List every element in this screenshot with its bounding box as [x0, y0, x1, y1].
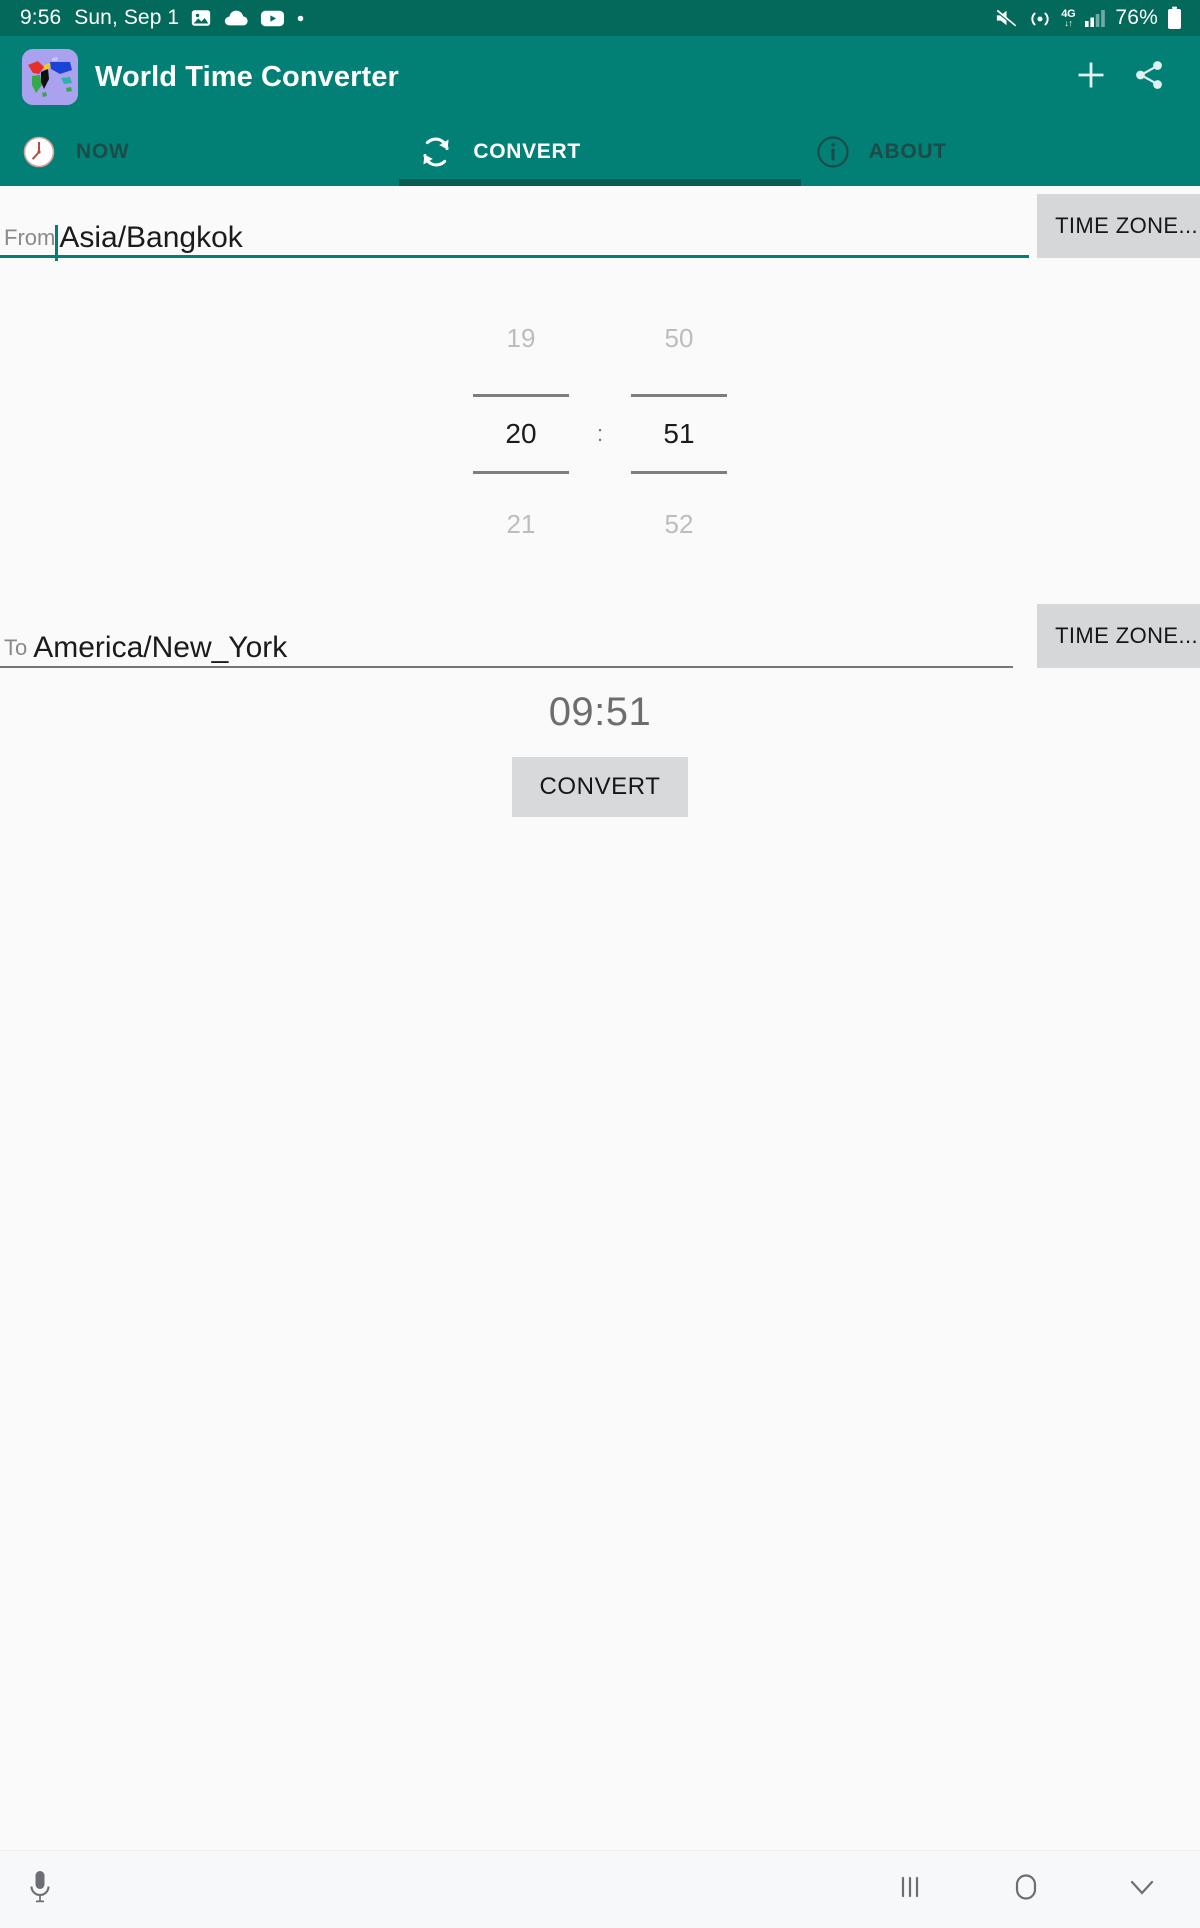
recents-icon	[897, 1873, 923, 1906]
to-value: America/New_York	[33, 631, 288, 664]
to-input[interactable]: To America/New_York	[0, 612, 1014, 668]
result-time: 09:51	[548, 690, 652, 734]
chevron-down-icon	[1127, 1876, 1157, 1903]
home-button[interactable]	[968, 1855, 1084, 1925]
share-icon	[1132, 58, 1166, 97]
hour-previous[interactable]: 19	[507, 312, 536, 364]
from-field-row: From Asia/Bangkok TIME ZONE...	[0, 194, 1200, 261]
add-button[interactable]	[1062, 48, 1120, 106]
hour-selected[interactable]: 20	[505, 397, 536, 471]
time-picker[interactable]: 19 20 21 : 50 51 52	[0, 312, 1200, 550]
to-field-row: To America/New_York TIME ZONE...	[0, 602, 1200, 668]
minute-selected[interactable]: 51	[663, 397, 694, 471]
system-navigation-bar	[0, 1850, 1200, 1928]
youtube-icon	[260, 9, 285, 28]
from-value: Asia/Bangkok	[59, 220, 243, 254]
from-timezone-button[interactable]: TIME ZONE...	[1037, 194, 1200, 258]
status-bar: 9:56 Sun, Sep 1 4G ↓↑ 76%	[0, 0, 1200, 36]
tab-now-label: NOW	[76, 140, 130, 163]
from-input[interactable]: From Asia/Bangkok	[0, 202, 1030, 261]
convert-button[interactable]: CONVERT	[512, 757, 688, 817]
recents-button[interactable]	[852, 1855, 968, 1925]
status-time: 9:56	[20, 6, 62, 29]
battery-percent: 76%	[1115, 6, 1158, 29]
text-caret	[55, 224, 59, 261]
picker-separator: :	[596, 421, 604, 446]
microphone-icon	[25, 1868, 55, 1911]
status-date: Sun, Sep 1	[74, 6, 180, 29]
minute-picker-column[interactable]: 50 51 52	[631, 312, 727, 550]
convert-button-row: CONVERT	[0, 757, 1200, 817]
dot-icon	[296, 14, 305, 23]
tab-bar: NOW CONVERT ABOUT	[0, 118, 1200, 186]
hour-picker-column[interactable]: 19 20 21	[473, 312, 569, 550]
app-bar: World Time Converter	[0, 36, 1200, 118]
cloud-icon	[223, 8, 249, 28]
info-circle-icon	[813, 132, 853, 172]
from-label: From	[4, 224, 56, 250]
page-title: World Time Converter	[95, 60, 399, 93]
tab-convert[interactable]: CONVERT	[405, 118, 802, 186]
world-map-app-icon	[22, 49, 78, 105]
hour-next[interactable]: 21	[507, 498, 536, 550]
network-arrows: ↓↑	[1064, 17, 1073, 28]
share-button[interactable]	[1120, 48, 1178, 106]
tab-about-label: ABOUT	[868, 140, 947, 163]
navigation-buttons	[852, 1855, 1200, 1925]
back-button[interactable]	[1084, 1855, 1200, 1925]
clock-icon	[18, 131, 60, 173]
mute-icon	[994, 7, 1019, 29]
image-icon	[190, 7, 212, 29]
minute-rule-bottom	[631, 471, 727, 474]
to-label: To	[4, 635, 28, 660]
plus-icon	[1072, 56, 1110, 99]
battery-icon	[1167, 6, 1182, 30]
minute-next[interactable]: 52	[665, 498, 694, 550]
convert-panel: From Asia/Bangkok TIME ZONE... 19 20 21 …	[0, 194, 1200, 1928]
tab-active-indicator	[399, 179, 801, 186]
status-bar-right: 4G ↓↑ 76%	[994, 6, 1186, 30]
hotspot-icon	[1028, 6, 1052, 30]
tab-now[interactable]: NOW	[0, 118, 405, 186]
to-timezone-button[interactable]: TIME ZONE...	[1037, 604, 1200, 668]
network-type-indicator: 4G ↓↑	[1061, 8, 1075, 28]
home-circle-icon	[1011, 1872, 1041, 1907]
tab-convert-label: CONVERT	[473, 140, 581, 163]
status-bar-left: 9:56 Sun, Sep 1	[20, 6, 305, 30]
voice-input-button[interactable]	[12, 1862, 68, 1918]
signal-bars-icon	[1084, 8, 1106, 28]
hour-rule-bottom	[473, 471, 569, 474]
minute-previous[interactable]: 50	[665, 312, 694, 364]
tab-about[interactable]: ABOUT	[803, 118, 1200, 186]
sync-refresh-icon	[415, 131, 457, 173]
